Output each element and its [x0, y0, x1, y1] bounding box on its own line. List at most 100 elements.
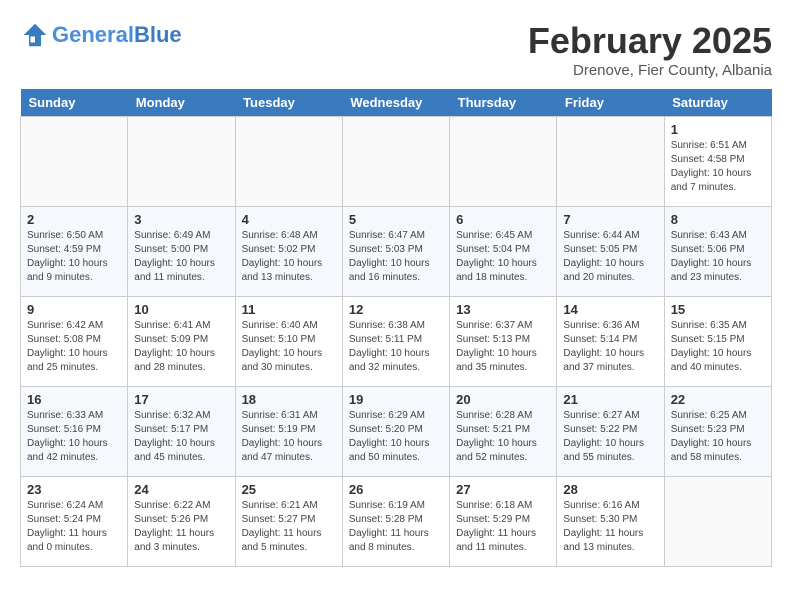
day-info: Sunrise: 6:37 AM Sunset: 5:13 PM Dayligh… [456, 319, 550, 375]
calendar-cell [450, 117, 557, 207]
logo: GeneralBlue [20, 20, 182, 50]
day-info: Sunrise: 6:38 AM Sunset: 5:11 PM Dayligh… [349, 319, 443, 375]
day-number: 23 [27, 482, 121, 497]
calendar-cell: 7Sunrise: 6:44 AM Sunset: 5:05 PM Daylig… [557, 207, 664, 297]
day-info: Sunrise: 6:31 AM Sunset: 5:19 PM Dayligh… [242, 409, 336, 465]
calendar-cell: 9Sunrise: 6:42 AM Sunset: 5:08 PM Daylig… [21, 297, 128, 387]
day-info: Sunrise: 6:35 AM Sunset: 5:15 PM Dayligh… [671, 319, 765, 375]
title-section: February 2025 Drenove, Fier County, Alba… [528, 20, 772, 79]
day-info: Sunrise: 6:18 AM Sunset: 5:29 PM Dayligh… [456, 499, 550, 555]
day-info: Sunrise: 6:33 AM Sunset: 5:16 PM Dayligh… [27, 409, 121, 465]
calendar-cell: 15 Sunrise: 6:35 AM Sunset: 5:15 PM Dayli… [664, 297, 771, 387]
day-number: 1 [671, 122, 765, 137]
week-row-1: 2 Sunrise: 6:50 AM Sunset: 4:59 PM Daylig… [21, 207, 772, 297]
day-info: Sunrise: 6:45 AM Sunset: 5:04 PM Dayligh… [456, 229, 550, 285]
calendar-cell: 11 Sunrise: 6:40 AM Sunset: 5:10 PM Dayli… [235, 297, 342, 387]
day-info: Sunrise: 6:28 AM Sunset: 5:21 PM Dayligh… [456, 409, 550, 465]
calendar-cell: 12 Sunrise: 6:38 AM Sunset: 5:11 PM Dayli… [342, 297, 449, 387]
day-info: Sunrise: 6:16 AM Sunset: 5:30 PM Dayligh… [563, 499, 657, 555]
calendar-cell: 10 Sunrise: 6:41 AM Sunset: 5:09 PM Dayli… [128, 297, 235, 387]
day-number: 4 [242, 212, 336, 227]
calendar-cell: 22 Sunrise: 6:25 AM Sunset: 5:23 PM Dayli… [664, 387, 771, 477]
day-info: Sunrise: 6:42 AM Sunset: 5:08 PM Dayligh… [27, 319, 121, 375]
header-day-wednesday: Wednesday [342, 89, 449, 117]
day-info: Sunrise: 6:44 AM Sunset: 5:05 PM Dayligh… [563, 229, 657, 285]
day-info: Sunrise: 6:50 AM Sunset: 4:59 PM Dayligh… [27, 229, 121, 285]
day-number: 21 [563, 392, 657, 407]
day-number: 13 [456, 302, 550, 317]
calendar-cell: 3 Sunrise: 6:49 AM Sunset: 5:00 PM Daylig… [128, 207, 235, 297]
calendar-header-row: SundayMondayTuesdayWednesdayThursdayFrid… [21, 89, 772, 117]
day-number: 12 [349, 302, 443, 317]
week-row-0: 1 Sunrise: 6:51 AM Sunset: 4:58 PM Daylig… [21, 117, 772, 207]
calendar-cell [21, 117, 128, 207]
week-row-3: 16 Sunrise: 6:33 AM Sunset: 5:16 PM Dayli… [21, 387, 772, 477]
day-number: 15 [671, 302, 765, 317]
day-info: Sunrise: 6:48 AM Sunset: 5:02 PM Dayligh… [242, 229, 336, 285]
calendar-cell [664, 477, 771, 567]
day-info: Sunrise: 6:27 AM Sunset: 5:22 PM Dayligh… [563, 409, 657, 465]
day-info: Sunrise: 6:19 AM Sunset: 5:28 PM Dayligh… [349, 499, 443, 555]
day-number: 10 [134, 302, 228, 317]
calendar-cell: 8 Sunrise: 6:43 AM Sunset: 5:06 PM Daylig… [664, 207, 771, 297]
week-row-2: 9Sunrise: 6:42 AM Sunset: 5:08 PM Daylig… [21, 297, 772, 387]
day-number: 14 [563, 302, 657, 317]
logo-text: GeneralBlue [52, 23, 182, 47]
day-info: Sunrise: 6:49 AM Sunset: 5:00 PM Dayligh… [134, 229, 228, 285]
calendar-cell: 4 Sunrise: 6:48 AM Sunset: 5:02 PM Daylig… [235, 207, 342, 297]
day-number: 5 [349, 212, 443, 227]
calendar-cell: 26 Sunrise: 6:19 AM Sunset: 5:28 PM Dayli… [342, 477, 449, 567]
day-number: 3 [134, 212, 228, 227]
calendar-cell: 28Sunrise: 6:16 AM Sunset: 5:30 PM Dayli… [557, 477, 664, 567]
calendar-cell: 1 Sunrise: 6:51 AM Sunset: 4:58 PM Daylig… [664, 117, 771, 207]
calendar-cell [342, 117, 449, 207]
day-number: 16 [27, 392, 121, 407]
calendar-cell: 14 Sunrise: 6:36 AM Sunset: 5:14 PM Dayli… [557, 297, 664, 387]
day-info: Sunrise: 6:47 AM Sunset: 5:03 PM Dayligh… [349, 229, 443, 285]
day-number: 6 [456, 212, 550, 227]
calendar-cell: 23 Sunrise: 6:24 AM Sunset: 5:24 PM Dayli… [21, 477, 128, 567]
day-info: Sunrise: 6:25 AM Sunset: 5:23 PM Dayligh… [671, 409, 765, 465]
logo-icon [20, 20, 50, 50]
day-info: Sunrise: 6:40 AM Sunset: 5:10 PM Dayligh… [242, 319, 336, 375]
day-info: Sunrise: 6:29 AM Sunset: 5:20 PM Dayligh… [349, 409, 443, 465]
calendar-cell [235, 117, 342, 207]
calendar-cell: 19 Sunrise: 6:29 AM Sunset: 5:20 PM Dayli… [342, 387, 449, 477]
day-info: Sunrise: 6:22 AM Sunset: 5:26 PM Dayligh… [134, 499, 228, 555]
day-info: Sunrise: 6:51 AM Sunset: 4:58 PM Dayligh… [671, 139, 765, 195]
week-row-4: 23 Sunrise: 6:24 AM Sunset: 5:24 PM Dayli… [21, 477, 772, 567]
day-info: Sunrise: 6:43 AM Sunset: 5:06 PM Dayligh… [671, 229, 765, 285]
day-info: Sunrise: 6:32 AM Sunset: 5:17 PM Dayligh… [134, 409, 228, 465]
calendar-cell: 5 Sunrise: 6:47 AM Sunset: 5:03 PM Daylig… [342, 207, 449, 297]
day-number: 19 [349, 392, 443, 407]
day-info: Sunrise: 6:41 AM Sunset: 5:09 PM Dayligh… [134, 319, 228, 375]
day-info: Sunrise: 6:21 AM Sunset: 5:27 PM Dayligh… [242, 499, 336, 555]
calendar-cell: 6 Sunrise: 6:45 AM Sunset: 5:04 PM Daylig… [450, 207, 557, 297]
day-info: Sunrise: 6:36 AM Sunset: 5:14 PM Dayligh… [563, 319, 657, 375]
calendar-cell [557, 117, 664, 207]
day-number: 20 [456, 392, 550, 407]
location: Drenove, Fier County, Albania [528, 62, 772, 79]
calendar-cell [128, 117, 235, 207]
day-number: 25 [242, 482, 336, 497]
day-number: 17 [134, 392, 228, 407]
calendar-cell: 16 Sunrise: 6:33 AM Sunset: 5:16 PM Dayli… [21, 387, 128, 477]
day-number: 26 [349, 482, 443, 497]
header: GeneralBlue February 2025 Drenove, Fier … [20, 20, 772, 79]
calendar-cell: 25 Sunrise: 6:21 AM Sunset: 5:27 PM Dayli… [235, 477, 342, 567]
day-number: 2 [27, 212, 121, 227]
calendar-cell: 2 Sunrise: 6:50 AM Sunset: 4:59 PM Daylig… [21, 207, 128, 297]
calendar-cell: 21 Sunrise: 6:27 AM Sunset: 5:22 PM Dayli… [557, 387, 664, 477]
header-day-saturday: Saturday [664, 89, 771, 117]
day-info: Sunrise: 6:24 AM Sunset: 5:24 PM Dayligh… [27, 499, 121, 555]
day-number: 11 [242, 302, 336, 317]
day-number: 22 [671, 392, 765, 407]
calendar-cell: 13 Sunrise: 6:37 AM Sunset: 5:13 PM Dayli… [450, 297, 557, 387]
day-number: 8 [671, 212, 765, 227]
month-title: February 2025 [528, 20, 772, 62]
header-day-sunday: Sunday [21, 89, 128, 117]
calendar-cell: 20 Sunrise: 6:28 AM Sunset: 5:21 PM Dayli… [450, 387, 557, 477]
calendar-cell: 27Sunrise: 6:18 AM Sunset: 5:29 PM Dayli… [450, 477, 557, 567]
header-day-thursday: Thursday [450, 89, 557, 117]
calendar-cell: 24Sunrise: 6:22 AM Sunset: 5:26 PM Dayli… [128, 477, 235, 567]
